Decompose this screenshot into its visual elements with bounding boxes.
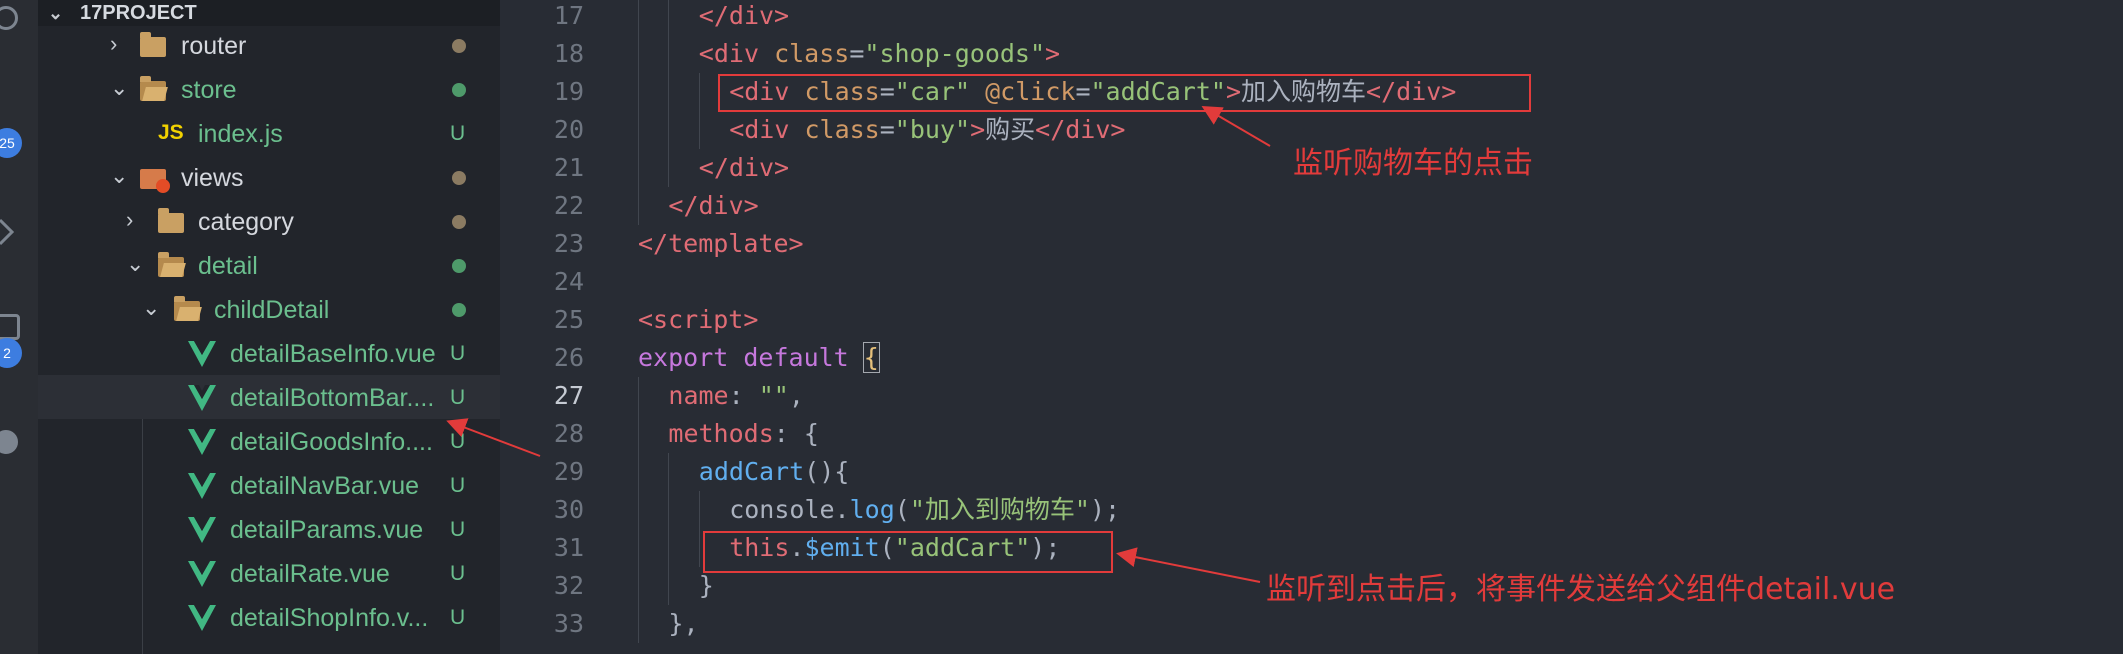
tree-item[interactable]: detailBaseInfo.vue U — [38, 331, 500, 375]
tree-item-label: detailNavBar.vue — [230, 472, 420, 500]
remote-icon[interactable] — [0, 430, 18, 454]
git-status-dot — [452, 215, 466, 229]
chevron-right-icon[interactable]: › — [126, 207, 133, 233]
vscode-window: 25 2 ⌄ 17PROJECT › router ⌄ store JS index.js… — [0, 0, 2123, 654]
tree-item-label: router — [181, 32, 247, 60]
tree-item[interactable]: detailRate.vue U — [38, 551, 500, 595]
folder-icon — [158, 208, 184, 233]
git-status-dot — [452, 259, 466, 273]
tree-item[interactable]: detailParams.vue U — [38, 507, 500, 551]
sidebar-pointer-arrow — [446, 418, 541, 457]
vue-file-icon — [188, 429, 216, 460]
extensions-badge: 2 — [0, 338, 22, 368]
run-debug-icon[interactable] — [0, 218, 14, 246]
click-note-arrow — [1201, 105, 1271, 147]
activity-bar: 25 2 — [0, 0, 38, 654]
vue-file-icon — [188, 517, 216, 548]
tree-item-label: detailRate.vue — [230, 560, 390, 588]
emit-note-annotation: 监听到点击后，将事件发送给父组件detail.vue — [1266, 572, 1896, 607]
chevron-down-icon[interactable]: ⌄ — [142, 295, 160, 321]
git-status-badge: U — [450, 474, 466, 497]
folder-open-icon — [174, 296, 200, 321]
vue-file-icon — [188, 605, 216, 636]
vue-file-icon — [188, 341, 216, 372]
tree-item-label: detail — [198, 252, 258, 280]
tree-item[interactable]: ⌄ store — [38, 67, 500, 111]
folder-icon — [140, 32, 166, 57]
git-status-dot — [452, 83, 466, 97]
tree-item-label: index.js — [198, 120, 283, 148]
git-status-badge: U — [450, 518, 466, 541]
chevron-down-icon[interactable]: ⌄ — [126, 251, 144, 277]
vue-file-icon — [188, 385, 216, 416]
git-status-badge: U — [450, 122, 466, 145]
tree-item-label: category — [198, 208, 294, 236]
tree-item-label: childDetail — [214, 296, 330, 324]
git-status-badge: U — [450, 342, 466, 365]
tree-item-label: store — [181, 76, 237, 104]
git-status-badge: U — [450, 606, 466, 629]
code-editor[interactable]: 17 </div> 18 <div class="shop-goods"> 19 <div… — [500, 0, 2123, 654]
folder-open-icon — [140, 76, 166, 101]
tree-item[interactable]: JS index.js U — [38, 111, 500, 155]
source-control-badge: 25 — [0, 128, 22, 158]
tree-item[interactable]: › category — [38, 199, 500, 243]
git-status-dot — [452, 171, 466, 185]
account-icon[interactable] — [0, 6, 18, 30]
chevron-down-icon[interactable]: ⌄ — [110, 75, 128, 101]
tree-item[interactable]: ⌄ childDetail — [38, 287, 500, 331]
views-folder-icon — [140, 169, 170, 193]
emit-note-arrow — [1116, 547, 1261, 583]
tree-item[interactable]: ⌄ detail — [38, 243, 500, 287]
click-note-annotation: 监听购物车的点击 — [1293, 146, 1533, 181]
folder-open-icon — [158, 252, 184, 277]
tree-item-label: detailParams.vue — [230, 516, 424, 544]
vue-file-icon — [188, 473, 216, 504]
tree-item-label: detailShopInfo.v... — [230, 604, 429, 632]
javascript-icon: JS — [158, 121, 184, 144]
tree-item[interactable]: › router — [38, 23, 500, 67]
git-status-badge: U — [450, 562, 466, 585]
extensions-icon[interactable] — [0, 314, 20, 340]
tree-item[interactable]: ⌄ views — [38, 155, 500, 199]
git-status-dot — [452, 303, 466, 317]
chevron-right-icon[interactable]: › — [110, 31, 117, 57]
annotation-arrows — [1116, 105, 1271, 583]
explorer-sidebar: ⌄ 17PROJECT › router ⌄ store JS index.js U ⌄ vie… — [38, 0, 500, 654]
tree-item[interactable]: detailShopInfo.v... U — [38, 595, 500, 639]
tree-item-label: views — [181, 164, 244, 192]
tree-item-label: detailBaseInfo.vue — [230, 340, 436, 368]
vue-file-icon — [188, 561, 216, 592]
chevron-down-icon[interactable]: ⌄ — [110, 163, 128, 189]
git-status-dot — [452, 39, 466, 53]
